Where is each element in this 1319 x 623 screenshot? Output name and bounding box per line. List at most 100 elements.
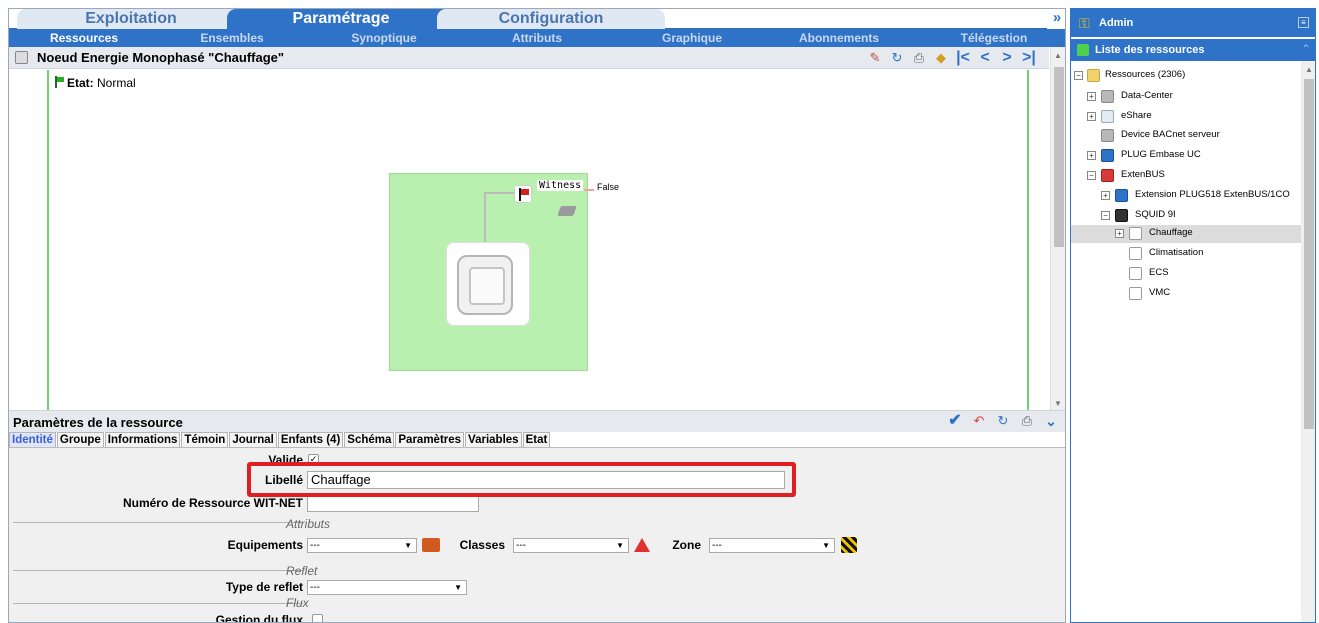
folder-icon	[1087, 69, 1100, 82]
tree-node-selected[interactable]: + Chauffage	[1071, 225, 1301, 243]
params-title: Paramètres de la ressource	[13, 415, 183, 430]
tag-icon[interactable]: ◆	[933, 50, 949, 66]
synoptic-canvas: Etat: Normal Witness False	[9, 70, 1049, 410]
prev-icon[interactable]: <	[977, 50, 993, 66]
collapse-icon[interactable]: −	[1074, 71, 1083, 80]
gestion-flux-checkbox[interactable]	[312, 614, 323, 622]
tab-informations[interactable]: Informations	[104, 432, 181, 447]
user-name[interactable]: Admin	[1099, 17, 1133, 29]
class-warning-icon[interactable]	[634, 538, 650, 552]
edit-icon[interactable]: ✎	[867, 50, 883, 66]
equipements-select[interactable]: --- ▼	[307, 538, 417, 553]
resource-titlebar: Noeud Energie Monophasé "Chauffage" ✎ ↻ …	[9, 47, 1049, 69]
tab-parametrage[interactable]: Paramétrage	[227, 9, 455, 29]
resource-list-title: Liste des ressources	[1095, 44, 1205, 56]
tree-node[interactable]: − ExtenBUS	[1071, 167, 1301, 185]
tab-schema[interactable]: Schéma	[344, 432, 395, 447]
tree-node[interactable]: Device BACnet serveur	[1071, 127, 1301, 145]
tab-temoin[interactable]: Témoin	[181, 432, 229, 447]
app-root: Exploitation Paramétrage Configuration »…	[0, 0, 1319, 623]
params-toolbar: ✔ ↶ ↻ ⎙ ⌄	[947, 413, 1059, 430]
scroll-down-icon[interactable]: ▼	[1054, 399, 1062, 408]
subtab-ensembles[interactable]: Ensembles	[187, 29, 277, 47]
collapse-icon[interactable]: −	[1087, 171, 1096, 180]
tree-node[interactable]: + Data-Center	[1071, 88, 1301, 106]
expand-icon[interactable]: +	[1101, 191, 1110, 200]
undo-icon[interactable]: ↶	[971, 413, 987, 429]
tree-node[interactable]: − Ressources (2306)	[1071, 67, 1301, 85]
canvas-scrollbar[interactable]: ▲ ▼	[1050, 47, 1065, 410]
print-icon[interactable]: ⎙	[911, 50, 927, 66]
scroll-up-icon[interactable]: ▲	[1305, 65, 1313, 74]
tree-node-label: eShare	[1121, 110, 1152, 121]
tab-variables[interactable]: Variables	[465, 432, 522, 447]
zone-select[interactable]: --- ▼	[709, 538, 835, 553]
classes-select[interactable]: --- ▼	[513, 538, 629, 553]
tree-node[interactable]: VMC	[1071, 285, 1301, 303]
subtab-ressources[interactable]: Ressources	[39, 29, 129, 47]
tree-node[interactable]: + Extension PLUG518 ExtenBUS/1CO	[1071, 187, 1301, 205]
collapse-icon[interactable]: ⌄	[1043, 413, 1059, 429]
resource-title: Noeud Energie Monophasé "Chauffage"	[37, 50, 285, 65]
tree-node[interactable]: − SQUID 9I	[1071, 207, 1301, 225]
tab-groupe[interactable]: Groupe	[56, 432, 104, 447]
classes-value: ---	[516, 540, 526, 551]
tree-scrollbar[interactable]: ▲	[1301, 61, 1315, 622]
expand-icon[interactable]: +	[1087, 151, 1096, 160]
scroll-up-icon[interactable]: ▲	[1054, 51, 1062, 60]
refresh-icon[interactable]: ↻	[889, 50, 905, 66]
zone-label: Zone	[672, 538, 701, 552]
tree-node[interactable]: ECS	[1071, 265, 1301, 283]
device-node[interactable]	[446, 242, 530, 326]
node-icon	[1129, 267, 1142, 280]
tree-node-label: Climatisation	[1149, 247, 1204, 258]
tab-journal[interactable]: Journal	[229, 432, 277, 447]
highlight-box	[247, 462, 796, 497]
tab-enfants[interactable]: Enfants (4)	[277, 432, 344, 447]
section-separator	[13, 570, 303, 571]
first-icon[interactable]: |<	[955, 50, 971, 66]
zone-icon[interactable]	[841, 537, 857, 553]
type-reflet-select[interactable]: --- ▼	[307, 580, 467, 595]
link-horizontal	[484, 192, 516, 194]
link-vertical	[484, 192, 486, 244]
refresh-icon[interactable]: ↻	[995, 413, 1011, 429]
green-flag-icon	[55, 76, 64, 88]
subtab-attributs[interactable]: Attributs	[492, 29, 582, 47]
tab-exploitation[interactable]: Exploitation	[17, 9, 245, 29]
subtab-telegestion[interactable]: Télégestion	[944, 29, 1044, 47]
validate-icon[interactable]: ✔	[947, 413, 963, 429]
scroll-thumb[interactable]	[1054, 67, 1064, 247]
subtab-graphique[interactable]: Graphique	[647, 29, 737, 47]
collapse-up-icon[interactable]: ⌃	[1301, 42, 1311, 56]
tab-parametres[interactable]: Paramètres	[395, 432, 465, 447]
params-titlebar: Paramètres de la ressource ✔ ↶ ↻ ⎙ ⌄	[9, 410, 1065, 432]
equipment-icon[interactable]	[422, 538, 440, 552]
next-icon[interactable]: >	[999, 50, 1015, 66]
tree-node-label: ExtenBUS	[1121, 169, 1165, 180]
expand-panel-icon[interactable]: »	[1047, 9, 1065, 29]
main-tabs: Exploitation Paramétrage Configuration »	[9, 9, 1065, 29]
expand-icon[interactable]: +	[1115, 229, 1124, 238]
tree-node[interactable]: + eShare	[1071, 108, 1301, 126]
expand-icon[interactable]: +	[1087, 112, 1096, 121]
tree-node[interactable]: + PLUG Embase UC	[1071, 147, 1301, 165]
red-flag-icon[interactable]	[514, 185, 532, 203]
subtab-synoptique[interactable]: Synoptique	[339, 29, 429, 47]
section-separator	[13, 522, 303, 523]
print-icon[interactable]: ⎙	[1019, 413, 1035, 429]
node-icon	[1129, 247, 1142, 260]
collapse-icon[interactable]: −	[1101, 211, 1110, 220]
tab-etat[interactable]: Etat	[522, 432, 551, 447]
tab-identite[interactable]: Identité	[9, 432, 56, 447]
tree-node-label: Chauffage	[1149, 227, 1193, 238]
menu-icon[interactable]: ≡	[1298, 17, 1309, 28]
witness-label: Witness	[537, 180, 584, 191]
subtab-abonnements[interactable]: Abonnements	[789, 29, 889, 47]
tree-node[interactable]: Climatisation	[1071, 245, 1301, 263]
scroll-thumb[interactable]	[1304, 79, 1314, 429]
last-icon[interactable]: >|	[1021, 50, 1037, 66]
bus-icon	[1101, 169, 1114, 182]
tab-configuration[interactable]: Configuration	[437, 9, 665, 29]
expand-icon[interactable]: +	[1087, 92, 1096, 101]
